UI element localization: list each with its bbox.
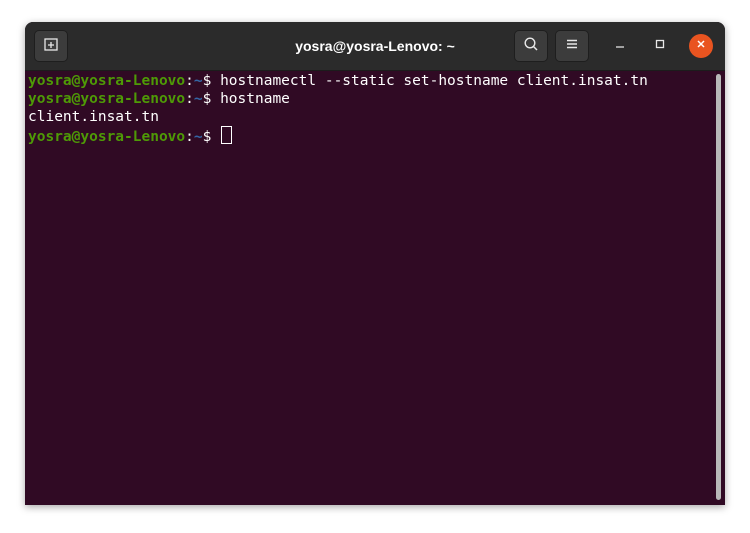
prompt-user: yosra@yosra-Lenovo (28, 73, 186, 89)
terminal-line: yosra@yosra-Lenovo:~$ (28, 126, 725, 145)
minimize-button[interactable] (608, 34, 632, 58)
prompt-dollar: $ (202, 91, 221, 107)
minimize-icon (614, 37, 626, 55)
close-icon (695, 37, 707, 55)
new-tab-icon (43, 36, 59, 57)
menu-button[interactable] (555, 30, 589, 62)
search-icon (523, 36, 539, 57)
prompt-path: ~ (193, 73, 203, 89)
maximize-icon (654, 37, 666, 55)
terminal-window: yosra@yosra-Lenovo: ~ yosra@yosra-Lenovo… (25, 22, 725, 505)
new-tab-button[interactable] (34, 30, 68, 62)
hamburger-menu-icon (564, 36, 580, 57)
prompt-user: yosra@yosra-Lenovo (28, 91, 186, 107)
prompt-separator: : (185, 129, 194, 145)
prompt-separator: : (185, 73, 194, 89)
command-text: hostname (220, 91, 290, 107)
text-cursor (221, 126, 233, 144)
terminal-line: yosra@yosra-Lenovo:~$ hostnamectl --stat… (28, 72, 725, 90)
prompt-separator: : (185, 91, 194, 107)
command-text: hostnamectl --static set-hostname client… (220, 73, 648, 89)
vertical-scrollbar[interactable] (716, 74, 721, 500)
terminal-output-area[interactable]: yosra@yosra-Lenovo:~$ hostnamectl --stat… (25, 71, 725, 505)
close-button[interactable] (689, 34, 713, 58)
prompt-dollar: $ (202, 73, 221, 89)
terminal-line: yosra@yosra-Lenovo:~$ hostname (28, 90, 725, 108)
prompt-user: yosra@yosra-Lenovo (28, 129, 186, 145)
command-output: client.insat.tn (28, 109, 159, 125)
prompt-dollar: $ (202, 129, 221, 145)
search-button[interactable] (514, 30, 548, 62)
title-bar[interactable]: yosra@yosra-Lenovo: ~ (25, 22, 725, 71)
prompt-path: ~ (193, 129, 203, 145)
prompt-path: ~ (193, 91, 203, 107)
maximize-button[interactable] (648, 34, 672, 58)
terminal-line: client.insat.tn (28, 108, 725, 126)
